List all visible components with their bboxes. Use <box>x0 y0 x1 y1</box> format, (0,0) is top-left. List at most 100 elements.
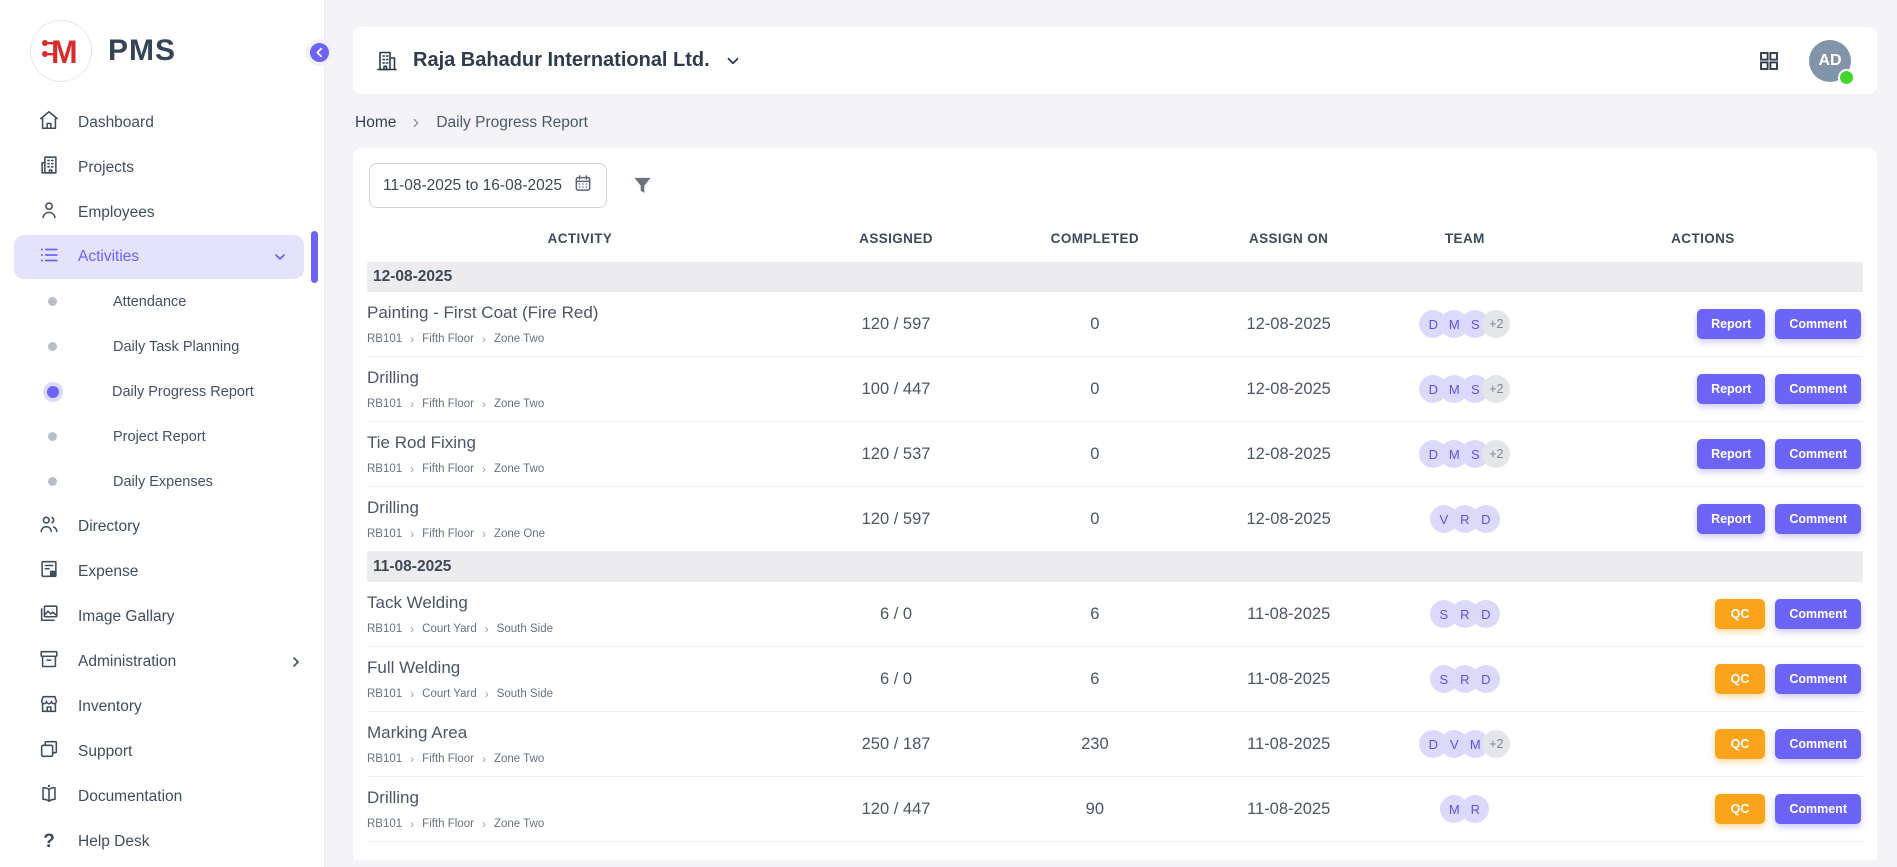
sidebar-subitem-attendance[interactable]: Attendance <box>0 279 324 324</box>
apps-grid-icon[interactable] <box>1757 49 1781 73</box>
sidebar-item-label: Help Desk <box>78 833 150 851</box>
store-icon <box>38 693 60 720</box>
team-member-avatar[interactable]: D <box>1472 600 1500 628</box>
qc-button[interactable]: QC <box>1715 599 1766 629</box>
sidebar-item-projects[interactable]: Projects <box>0 145 324 190</box>
content-card: 11-08-2025 to 16-08-2025 ACTIVITYASSIGNE… <box>353 148 1877 860</box>
report-button[interactable]: Report <box>1697 504 1765 534</box>
activity-cell: DrillingRB101›Fifth Floor›Zone Two <box>367 788 793 830</box>
table-row: Full WeldingRB101›Court Yard›South Side6… <box>367 647 1863 712</box>
sidebar-item-activities[interactable]: Activities <box>14 235 304 279</box>
comment-button[interactable]: Comment <box>1775 794 1861 824</box>
path-segment: Fifth Floor <box>422 398 474 410</box>
activity-location-path: RB101›Court Yard›South Side <box>367 623 793 635</box>
path-segment: Court Yard <box>422 688 477 700</box>
team-member-avatar[interactable]: D <box>1472 665 1500 693</box>
comment-button[interactable]: Comment <box>1775 374 1861 404</box>
activity-location-path: RB101›Fifth Floor›Zone Two <box>367 818 793 830</box>
sidebar-item-help-desk[interactable]: ? Help Desk <box>0 819 324 864</box>
date-range-input[interactable]: 11-08-2025 to 16-08-2025 <box>369 163 607 208</box>
image-icon <box>38 603 60 630</box>
path-segment: Zone Two <box>494 398 544 410</box>
sidebar-item-inventory[interactable]: Inventory <box>0 684 324 729</box>
report-button[interactable]: Report <box>1697 374 1765 404</box>
path-segment: RB101 <box>367 333 402 345</box>
comment-button[interactable]: Comment <box>1775 504 1861 534</box>
path-segment: Zone Two <box>494 333 544 345</box>
team-more-count[interactable]: +2 <box>1482 375 1510 403</box>
comment-button[interactable]: Comment <box>1775 599 1861 629</box>
activity-name: Drilling <box>367 368 793 388</box>
path-chevron-icon: › <box>410 753 414 765</box>
sidebar-subitem-label: Attendance <box>113 294 186 310</box>
team-more-count[interactable]: +2 <box>1482 440 1510 468</box>
chevron-down-icon <box>272 249 288 265</box>
assign-on-date: 12-08-2025 <box>1191 315 1387 334</box>
sidebar-item-documentation[interactable]: Documentation <box>0 774 324 819</box>
qc-button[interactable]: QC <box>1715 729 1766 759</box>
assign-on-date: 12-08-2025 <box>1191 380 1387 399</box>
comment-button[interactable]: Comment <box>1775 664 1861 694</box>
path-chevron-icon: › <box>410 463 414 475</box>
filter-funnel-icon[interactable] <box>631 174 654 197</box>
path-chevron-icon: › <box>485 623 489 635</box>
actions-cell: QC Comment <box>1543 664 1863 694</box>
table-row: DrillingRB101›Fifth Floor›Zone One120 / … <box>367 487 1863 552</box>
report-button[interactable]: Report <box>1697 309 1765 339</box>
online-status-dot <box>1840 71 1853 84</box>
sidebar-collapse-button[interactable] <box>306 39 333 66</box>
team-member-avatar[interactable]: R <box>1461 795 1489 823</box>
date-group-header: 12-08-2025 <box>367 262 1863 292</box>
bullet-dot-icon <box>48 297 57 306</box>
completed-value: 6 <box>999 605 1190 624</box>
comment-button[interactable]: Comment <box>1775 729 1861 759</box>
sidebar-item-support[interactable]: Support <box>0 729 324 774</box>
assigned-value: 6 / 0 <box>793 670 999 689</box>
sidebar-item-label: Documentation <box>78 788 182 806</box>
qc-button[interactable]: QC <box>1715 794 1766 824</box>
main-area: Raja Bahadur International Ltd. AD HomeD… <box>325 0 1897 867</box>
path-segment: Court Yard <box>422 623 477 635</box>
completed-value: 0 <box>999 380 1190 399</box>
team-more-count[interactable]: +2 <box>1482 730 1510 758</box>
activity-cell: Marking AreaRB101›Fifth Floor›Zone Two <box>367 723 793 765</box>
path-segment: RB101 <box>367 398 402 410</box>
sidebar-item-dashboard[interactable]: Dashboard <box>0 100 324 145</box>
sidebar-subitem-daily-task-planning[interactable]: Daily Task Planning <box>0 324 324 369</box>
sidebar-item-administration[interactable]: Administration <box>0 639 324 684</box>
actions-cell: Report Comment <box>1543 374 1863 404</box>
sidebar-subitem-project-report[interactable]: Project Report <box>0 414 324 459</box>
comment-button[interactable]: Comment <box>1775 439 1861 469</box>
svg-text:M: M <box>51 34 78 70</box>
path-chevron-icon: › <box>410 688 414 700</box>
company-selector[interactable]: Raja Bahadur International Ltd. <box>375 49 742 73</box>
bullet-dot-icon <box>48 342 57 351</box>
path-segment: RB101 <box>367 528 402 540</box>
report-button[interactable]: Report <box>1697 439 1765 469</box>
sidebar-item-employees[interactable]: Employees <box>0 190 324 235</box>
receipt-icon <box>38 558 60 585</box>
sidebar-subitem-daily-expenses[interactable]: Daily Expenses <box>0 459 324 504</box>
breadcrumb-item[interactable]: Home <box>355 114 396 132</box>
team-more-count[interactable]: +2 <box>1482 310 1510 338</box>
building-icon <box>375 49 399 73</box>
actions-cell: QC Comment <box>1543 599 1863 629</box>
assigned-value: 120 / 597 <box>793 315 999 334</box>
team-member-avatar[interactable]: D <box>1472 505 1500 533</box>
sidebar-item-label: Activities <box>78 248 139 266</box>
user-avatar[interactable]: AD <box>1809 40 1851 82</box>
breadcrumb: HomeDaily Progress Report <box>353 94 1877 148</box>
sidebar-subitem-daily-progress-report[interactable]: Daily Progress Report <box>0 369 324 414</box>
team-cell: DMS+2 <box>1387 375 1543 403</box>
activity-name: Full Welding <box>367 658 793 678</box>
path-segment: Fifth Floor <box>422 333 474 345</box>
question-icon: ? <box>38 831 60 853</box>
qc-button[interactable]: QC <box>1715 664 1766 694</box>
assign-on-date: 11-08-2025 <box>1191 800 1387 819</box>
sidebar-item-image-gallary[interactable]: Image Gallary <box>0 594 324 639</box>
comment-button[interactable]: Comment <box>1775 309 1861 339</box>
sidebar-item-expense[interactable]: Expense <box>0 549 324 594</box>
date-range-value: 11-08-2025 to 16-08-2025 <box>383 177 562 195</box>
sidebar-item-directory[interactable]: Directory <box>0 504 324 549</box>
team-cell: MR <box>1387 795 1543 823</box>
